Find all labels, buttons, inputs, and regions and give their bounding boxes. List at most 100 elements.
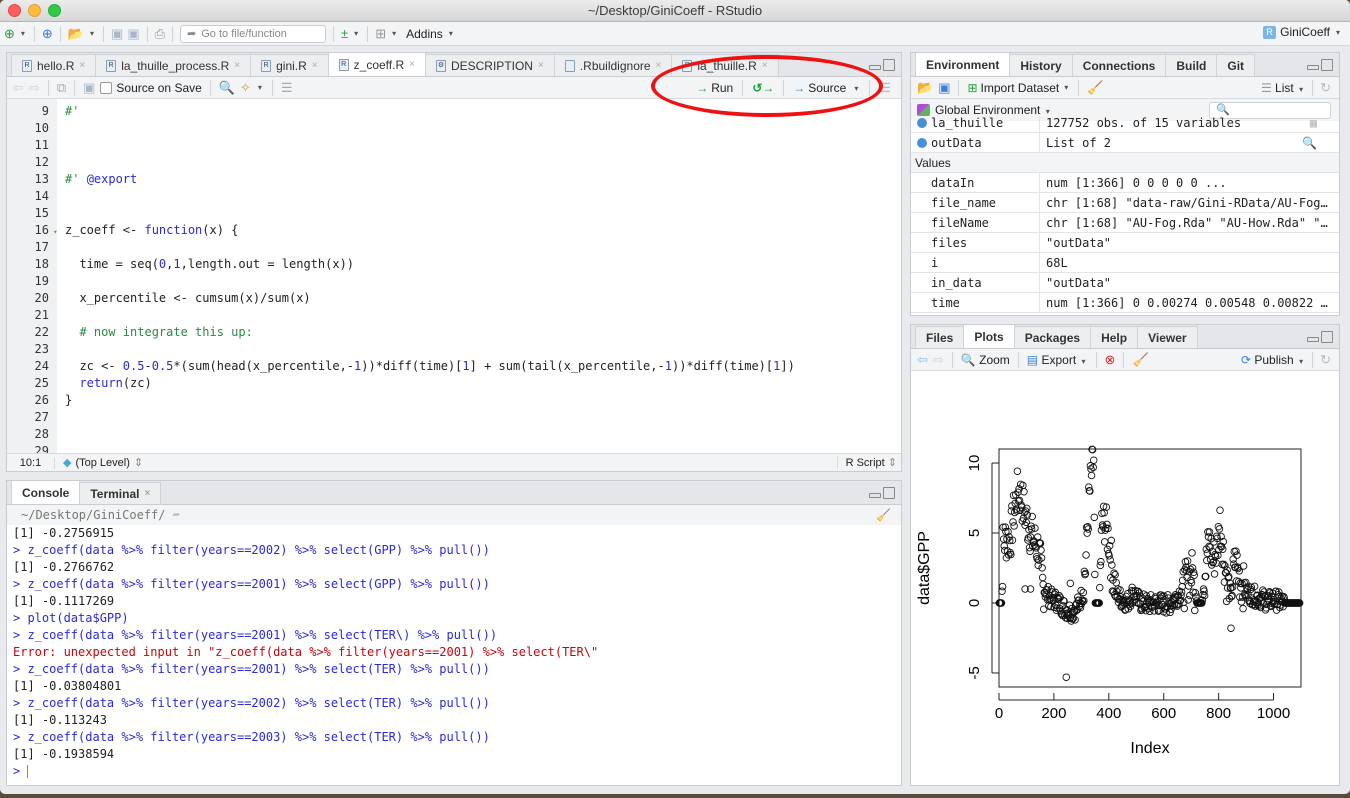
new-file-dropdown[interactable]: ▾ xyxy=(21,29,25,38)
maximize-window-button[interactable] xyxy=(48,4,61,17)
save-all-icon[interactable]: ▣ xyxy=(127,26,139,42)
show-in-window-icon[interactable]: ⧉ xyxy=(57,80,66,96)
env-data-row[interactable]: outData List of 2 🔍 xyxy=(911,133,1339,153)
close-window-button[interactable] xyxy=(8,4,21,17)
close-tab-icon[interactable]: × xyxy=(762,60,768,71)
env-data-row[interactable]: la_thuille 127752 obs. of 15 variables ▦ xyxy=(911,117,1339,133)
source-dropdown[interactable]: ▾ xyxy=(854,84,858,93)
maximize-console-button[interactable] xyxy=(883,487,895,499)
tab-help[interactable]: Help xyxy=(1090,326,1139,348)
source-button[interactable]: → Source xyxy=(793,81,846,95)
close-tab-icon[interactable]: × xyxy=(79,60,85,71)
tab-rbuildignore[interactable]: .Rbuildignore × xyxy=(553,54,673,76)
clear-console-icon[interactable]: 🧹 xyxy=(876,505,891,525)
tab-viewer[interactable]: Viewer xyxy=(1137,326,1198,348)
env-value-row[interactable]: in_data "outData" xyxy=(911,273,1339,293)
environment-selector[interactable]: Global Environment ▾ xyxy=(935,103,1052,117)
env-value-row[interactable]: files "outData" xyxy=(911,233,1339,253)
console-output[interactable]: [1] -0.2756915 > z_coeff(data %>% filter(… xyxy=(7,525,901,785)
env-value-row[interactable]: time num [1:366] 0 0.00274 0.00548 0.0082… xyxy=(911,293,1339,313)
document-outline-icon[interactable]: ☰ xyxy=(281,80,293,96)
forward-arrow-icon[interactable]: ⇨ xyxy=(29,80,40,96)
previous-plot-icon[interactable]: ⇦ xyxy=(917,352,928,368)
save-workspace-icon[interactable]: ▣ xyxy=(938,80,950,96)
save-file-icon[interactable]: ▣ xyxy=(83,80,95,96)
new-file-icon[interactable]: ⊕ xyxy=(4,26,15,42)
remove-plot-icon[interactable]: ⊗ xyxy=(1105,352,1116,368)
scope-selector[interactable]: ◆ (Top Level) ⇕ xyxy=(55,456,143,470)
maximize-env-button[interactable] xyxy=(1321,59,1333,71)
open-file-icon[interactable]: 📂 xyxy=(68,26,84,42)
close-tab-icon[interactable]: × xyxy=(656,60,662,71)
go-to-file-input[interactable]: ➦ Go to file/function xyxy=(180,24,327,43)
minimize-window-button[interactable] xyxy=(28,4,41,17)
env-value-row[interactable]: i 68L xyxy=(911,253,1339,273)
go-to-directory-icon[interactable]: ➦ xyxy=(173,508,180,522)
import-dataset-button[interactable]: ⊞ Import Dataset ▾ xyxy=(967,81,1070,95)
refresh-plot-icon[interactable]: ↻ xyxy=(1320,352,1331,368)
save-icon[interactable]: ▣ xyxy=(111,26,123,42)
project-menu[interactable]: R GiniCoeff ▾ xyxy=(1263,25,1342,39)
new-project-icon[interactable]: ⊕ xyxy=(42,26,53,42)
tab-console[interactable]: Console xyxy=(11,481,81,504)
tab-description[interactable]: ⚙ DESCRIPTION × xyxy=(424,54,555,76)
publish-button[interactable]: ⟳ Publish ▾ xyxy=(1241,353,1305,367)
env-value-row[interactable]: dataIn num [1:366] 0 0 0 0 0 ... xyxy=(911,173,1339,193)
next-plot-icon[interactable]: ⇨ xyxy=(933,352,944,368)
view-table-icon[interactable]: ▦ xyxy=(1310,117,1317,133)
maximize-pane-button[interactable] xyxy=(883,59,895,71)
close-tab-icon[interactable]: × xyxy=(144,488,150,499)
back-arrow-icon[interactable]: ⇦ xyxy=(13,80,24,96)
minimize-pane-button[interactable] xyxy=(869,65,881,70)
close-tab-icon[interactable]: × xyxy=(409,59,415,70)
env-value-row[interactable]: file_name chr [1:68] "data-raw/Gini-RData… xyxy=(911,193,1339,213)
close-tab-icon[interactable]: × xyxy=(312,60,318,71)
file-type-selector[interactable]: R Script ⇕ xyxy=(836,456,897,469)
code-editor[interactable]: 9 #' 10 11 12 13 #' @export 14 15 16 ▾ z_coeff <- … xyxy=(7,99,901,458)
tab-la-thuille-process-r[interactable]: Rla_thuille_process.R × xyxy=(95,54,252,76)
vcs-icon[interactable]: ± xyxy=(341,26,348,42)
maximize-plots-button[interactable] xyxy=(1321,331,1333,343)
addins-menu[interactable]: Addins xyxy=(406,27,443,41)
zoom-button[interactable]: 🔍 Zoom xyxy=(961,353,1010,367)
rerun-button[interactable]: ↺→ xyxy=(752,81,774,95)
grid-layout-icon[interactable]: ⊞ xyxy=(375,26,386,42)
view-mode-list[interactable]: ☰ List ▾ xyxy=(1261,81,1305,95)
inspect-magnifier-icon[interactable]: 🔍 xyxy=(1302,133,1317,153)
tab-terminal[interactable]: Terminal × xyxy=(79,482,162,504)
minimize-plots-button[interactable] xyxy=(1307,337,1319,342)
search-icon[interactable]: 🔍 xyxy=(219,80,235,96)
clear-broom-icon[interactable]: 🧹 xyxy=(1087,80,1103,96)
load-workspace-icon[interactable]: 📂 xyxy=(917,80,933,96)
tab-gini-r[interactable]: Rgini.R × xyxy=(250,54,329,76)
refresh-icon[interactable]: ↻ xyxy=(1320,80,1331,96)
tab-history[interactable]: History xyxy=(1009,54,1073,76)
tab-connections[interactable]: Connections xyxy=(1071,54,1167,76)
tab-git[interactable]: Git xyxy=(1216,54,1256,76)
outline-icon[interactable]: ☰ xyxy=(879,80,891,96)
minimize-env-button[interactable] xyxy=(1307,65,1319,70)
print-icon[interactable]: ⎙ xyxy=(155,26,165,42)
code-tools-wand-icon[interactable]: ✧ xyxy=(240,80,251,96)
env-value-row[interactable]: fileName chr [1:68] "AU-Fog.Rda" "AU-How.… xyxy=(911,213,1339,233)
tab-hello-r[interactable]: Rhello.R × xyxy=(11,54,97,76)
tab-z-coeff-r[interactable]: Rz_coeff.R × xyxy=(327,53,426,76)
environment-search-input[interactable]: 🔍 xyxy=(1209,101,1331,119)
run-button[interactable]: → Run xyxy=(696,81,733,95)
tab-plots[interactable]: Plots xyxy=(963,325,1015,348)
tab-files[interactable]: Files xyxy=(915,326,965,348)
source-on-save-checkbox[interactable]: Source on Save xyxy=(100,81,202,95)
close-tab-icon[interactable]: × xyxy=(538,60,544,71)
close-tab-icon[interactable]: × xyxy=(234,60,240,71)
console-cursor[interactable] xyxy=(27,765,29,778)
clear-plots-broom-icon[interactable]: 🧹 xyxy=(1132,352,1148,368)
expand-arrow-icon[interactable] xyxy=(917,138,927,148)
tab-build[interactable]: Build xyxy=(1165,54,1218,76)
export-button[interactable]: ▤ Export ▾ xyxy=(1027,353,1088,367)
minimize-console-button[interactable] xyxy=(869,493,881,498)
tab-packages[interactable]: Packages xyxy=(1013,326,1092,348)
expand-arrow-icon[interactable] xyxy=(917,118,927,128)
tab-la-thuille-r[interactable]: Rla_thuille.R × xyxy=(671,54,779,76)
tab-environment[interactable]: Environment xyxy=(915,53,1011,76)
code-line: 24 zc <- 0.5-0.5*(sum(head(x_percentile,… xyxy=(7,358,795,375)
